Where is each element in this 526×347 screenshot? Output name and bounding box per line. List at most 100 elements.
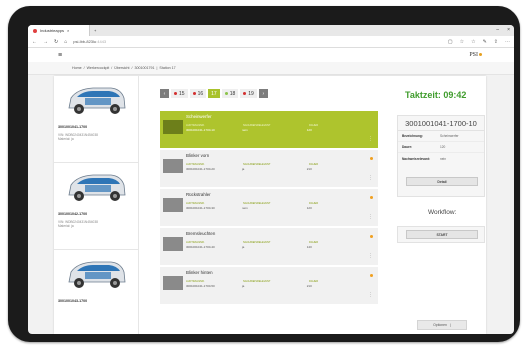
station-pager: ‹ 15 16 17 18 19 › [160,89,268,98]
pen-icon[interactable]: ✎ [483,39,487,45]
task-item[interactable]: Rückstrahler AUFTRAGSNR. NACHWEISRELEVANT D… [160,189,378,226]
task-col-headers: AUFTRAGSNR. NACHWEISRELEVANT DAUER [186,280,346,283]
pager-next-button[interactable]: › [258,89,268,98]
more-options-icon[interactable]: ⋮ [368,253,373,259]
favorites-icon[interactable]: ☆ [471,39,475,45]
task-nachweis: ja [241,167,245,171]
car-material: Material: ja [58,137,74,142]
car-list: 3001001041-1700 VIN: WDB0240431N454038 M… [54,76,139,334]
favicon-icon [33,28,37,33]
col-header-nachweis: NACHWEISRELEVANT [243,280,271,283]
task-nachweis: ja [241,245,245,249]
car-vin: VIN: WDB0240431N454038 Material: ja [58,133,134,142]
info-key: Nachweisrelevant: [402,156,430,161]
info-key: Bezeichnung: [402,134,423,138]
close-window-icon[interactable]: × [507,27,510,33]
task-order: 3001001041-1700-40 [186,245,215,249]
breadcrumb-uebersicht[interactable]: Übersicht [114,66,129,70]
task-title: Scheinwerfer [186,114,212,119]
car-vin: VIN: WDB0240431N454038 Material: ja [58,220,134,229]
task-list: Scheinwerfer AUFTRAGSNR. NACHWEISRELEVANT D… [160,111,378,306]
pager-page-15[interactable]: 15 [171,89,188,98]
task-info-box: 3001001041-1700-10 Bezeichnung: Scheinwe… [397,115,485,197]
address-bar: ← → ↻ ⌂ psi-lbb-823lu:4443 ▢ ☆ ☆ ✎ ⇪ ⋯ [28,36,514,48]
task-dauer: 120 [306,128,312,132]
breadcrumb-sep: | [156,66,158,70]
car-image [68,261,126,288]
col-header-dauer: DAUER [309,280,319,283]
col-header-dauer: DAUER [309,124,319,127]
more-options-icon[interactable]: ⋮ [368,136,373,142]
breadcrumb: Home / Werkercockpit / Übersicht / 30010… [28,62,514,75]
pager-page-18[interactable]: 18 [221,89,239,98]
status-dot-icon [370,274,373,277]
menu-icon[interactable]: ≡ [58,52,62,59]
url-field[interactable]: psi-lbb-823lu:4443 [73,39,442,44]
new-tab-icon[interactable]: + [94,28,96,33]
psi-logo: PSI [469,52,482,58]
breadcrumb-home[interactable]: Home [72,66,82,70]
app-header: ≡ PSI [28,48,514,62]
pager-page-16[interactable]: 16 [189,89,207,98]
car-entry[interactable]: 3001001041-1700 VIN: WDB0240431N454038 M… [54,76,138,163]
url-suffix: :4443 [96,39,107,44]
task-item[interactable]: Blinker hinten AUFTRAGSNR. NACHWEISRELEVAN… [160,267,378,304]
screen: Industrieapps × + – × ← → ↻ ⌂ psi-lbb-82… [28,25,514,334]
more-options-icon[interactable]: ⋮ [368,214,373,220]
back-icon[interactable]: ← [32,39,37,45]
info-value: 120 [440,145,446,149]
home-icon[interactable]: ⌂ [64,39,67,45]
start-button[interactable]: START [406,230,478,239]
close-tab-icon[interactable]: × [67,28,69,33]
detail-button[interactable]: Detail [406,177,478,186]
minimize-icon[interactable]: – [496,27,499,33]
col-header-nachweis: NACHWEISRELEVANT [243,202,271,205]
car-id: 3001001042-1700 [58,212,88,216]
pager-page-19[interactable]: 19 [240,89,257,98]
browser-tabbar: Industrieapps × + – × [28,25,514,36]
task-order: 3001001041-1700-30 [186,206,215,210]
tab-title: Industrieapps [40,28,65,33]
reading-view-icon[interactable]: ▢ [448,39,453,45]
status-dot-icon [370,157,373,160]
detail-panel: Taktzeit: 09:42 3001001041-1700-10 Bezei… [385,76,486,334]
task-nachweis: nein [241,128,248,132]
car-id: 3001001041-1700 [58,125,88,129]
col-header-nachweis: NACHWEISRELEVANT [243,163,271,166]
browser-tab[interactable]: Industrieapps × [28,25,90,36]
task-title: Blinker vorn [186,153,210,158]
task-col-headers: AUFTRAGSNR. NACHWEISRELEVANT DAUER [186,163,346,166]
task-item[interactable]: Blinker vorn AUFTRAGSNR. NACHWEISRELEVANT D… [160,150,378,187]
task-col-headers: AUFTRAGSNR. NACHWEISRELEVANT DAUER [186,202,346,205]
task-item[interactable]: Scheinwerfer AUFTRAGSNR. NACHWEISRELEVANT D… [160,111,378,148]
task-values: 3001001041-1700-50 ja 210 [186,284,346,288]
info-row: Bezeichnung: Scheinwerfer [398,131,484,142]
task-col-headers: AUFTRAGSNR. NACHWEISRELEVANT DAUER [186,124,346,127]
more-icon[interactable]: ⋯ [505,39,510,45]
task-title: Blinker hinten [186,270,213,275]
forward-icon[interactable]: → [43,39,48,45]
options-button[interactable]: Optionen | [417,320,467,330]
favorite-star-icon[interactable]: ☆ [460,39,464,45]
task-col-headers: AUFTRAGSNR. NACHWEISRELEVANT DAUER [186,241,346,244]
task-title: Rückstrahler [186,192,211,197]
pager-prev-button[interactable]: ‹ [160,89,169,98]
more-options-icon[interactable]: ⋮ [368,292,373,298]
url-main: psi-lbb-823lu [73,39,97,44]
pager-page-17[interactable]: 17 [208,89,220,98]
breadcrumb-order: 3001001791 [134,66,155,70]
col-header-nachweis: NACHWEISRELEVANT [243,124,271,127]
share-icon[interactable]: ⇪ [494,39,498,45]
status-dot-icon [370,235,373,238]
car-entry[interactable]: 3001001043-1700 [54,250,138,334]
task-order: 3001001041-1700-10 [186,128,215,132]
task-nachweis: nein [241,206,248,210]
info-value: Scheinwerfer [440,134,459,138]
task-values: 3001001041-1700-30 nein 120 [186,206,346,210]
task-item[interactable]: Bremsleuchten AUFTRAGSNR. NACHWEISRELEVANT… [160,228,378,265]
more-options-icon[interactable]: ⋮ [368,175,373,181]
car-entry[interactable]: 3001001042-1700 VIN: WDB0240431N454038 M… [54,163,138,250]
reload-icon[interactable]: ↻ [54,39,58,45]
task-values: 3001001041-1700-10 nein 120 [186,128,346,132]
breadcrumb-werkercockpit[interactable]: Werkercockpit [87,66,110,70]
